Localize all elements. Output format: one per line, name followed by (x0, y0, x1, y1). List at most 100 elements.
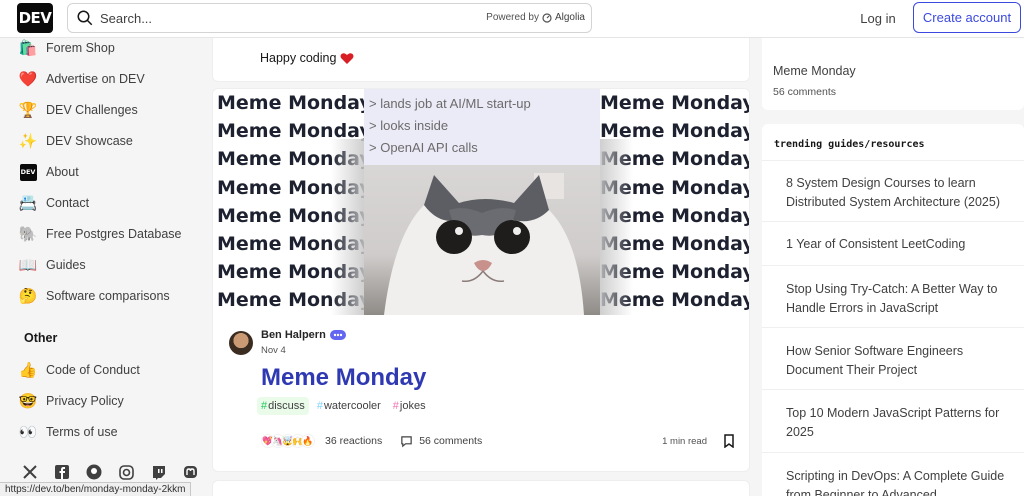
previous-post-text: Happy coding (260, 51, 354, 65)
sparkles-icon: ✨ (18, 133, 38, 150)
sidebar-item-contact[interactable]: 📇 Contact (18, 191, 89, 215)
greentext-line: > OpenAI API calls (369, 140, 478, 155)
sidebar-item-label: Free Postgres Database (46, 227, 182, 241)
login-link[interactable]: Log in (850, 3, 906, 33)
happy-coding-label: Happy coding (260, 51, 337, 65)
sidebar-item-label: DEV Challenges (46, 103, 138, 117)
reaction-emoji-stack: 💖 🦄 🤯 🙌 🔥 (261, 434, 315, 448)
cover-fade-right (599, 139, 633, 315)
post-title[interactable]: Meme Monday (261, 364, 426, 392)
sidebar-item-label: Terms of use (46, 425, 118, 439)
shopping-bag-icon: 🛍️ (18, 40, 38, 57)
author-name-label: Ben Halpern (261, 329, 326, 341)
sidebar-item-code-of-conduct[interactable]: 👍 Code of Conduct (18, 358, 140, 382)
cat-illustration (384, 173, 584, 315)
trending-item[interactable]: Top 10 Modern JavaScript Patterns for 20… (786, 404, 1006, 441)
sidebar-item-software-comparisons[interactable]: 🤔 Software comparisons (18, 284, 170, 308)
heart-icon (340, 52, 354, 64)
staff-badge-icon (329, 330, 346, 340)
post-footer: 💖 🦄 🤯 🙌 🔥 36 reactions 56 comments 1 min… (261, 430, 735, 452)
trending-heading: trending guides/resources (774, 139, 925, 150)
trending-item[interactable]: 1 Year of Consistent LeetCoding (786, 235, 1006, 254)
create-account-button[interactable]: Create account (913, 2, 1021, 33)
sidebar-item-label: Software comparisons (46, 289, 170, 303)
sidebar-item-label: Code of Conduct (46, 363, 140, 377)
post-author[interactable]: Ben Halpern Nov 4 (229, 329, 346, 356)
facebook-icon[interactable] (52, 462, 72, 482)
dev-logo[interactable]: DEV (17, 3, 53, 33)
reactions-count[interactable]: 36 reactions (325, 435, 382, 447)
read-time: 1 min read (662, 435, 707, 447)
hash-icon: # (392, 400, 399, 412)
bookmark-icon[interactable] (723, 434, 735, 448)
greentext-caption: > lands job at AI/ML start-up > looks in… (364, 89, 600, 165)
divider (762, 221, 1024, 222)
sidebar-item-about[interactable]: DEV About (18, 160, 79, 184)
algolia-icon (542, 12, 552, 23)
hash-icon: # (261, 400, 268, 412)
tag-label: discuss (268, 400, 305, 412)
discussion-title-link[interactable]: Meme Monday (773, 64, 856, 78)
thinking-face-icon: 🤔 (18, 288, 38, 305)
search-icon[interactable] (76, 9, 94, 27)
sidebar-item-label: Privacy Policy (46, 394, 124, 408)
eyes-icon: 👀 (18, 424, 38, 441)
post-tags: #discuss #watercooler #jokes (257, 397, 430, 415)
sidebar-item-guides[interactable]: 📖 Guides (18, 253, 86, 277)
divider (762, 389, 1024, 390)
social-links (20, 462, 200, 482)
tag-watercooler[interactable]: #watercooler (313, 397, 385, 415)
tag-jokes[interactable]: #jokes (389, 397, 430, 415)
cover-fade-left (331, 139, 365, 315)
twitch-icon[interactable] (148, 462, 168, 482)
dev-logo-icon: DEV (18, 162, 38, 182)
discussion-comments-count: 56 comments (773, 86, 837, 98)
sidebar-item-dev-challenges[interactable]: 🏆 DEV Challenges (18, 98, 138, 122)
sidebar-heading-other: Other (24, 331, 58, 345)
nerd-face-icon: 🤓 (18, 393, 38, 410)
top-navigation-bar: DEV Powered by Algolia Log in Create acc… (0, 0, 1024, 38)
divider (762, 327, 1024, 328)
author-meta: Ben Halpern Nov 4 (261, 329, 346, 356)
divider (762, 265, 1024, 266)
trending-item[interactable]: How Senior Software Engineers Document T… (786, 342, 1006, 379)
sidebar-item-dev-showcase[interactable]: ✨ DEV Showcase (18, 129, 133, 153)
tag-label: jokes (399, 400, 426, 412)
search-bar[interactable]: Powered by Algolia (67, 3, 592, 33)
tag-discuss[interactable]: #discuss (257, 397, 309, 415)
sidebar-item-label: Forem Shop (46, 41, 115, 55)
algolia-attribution[interactable]: Powered by Algolia (486, 12, 585, 23)
comment-icon (401, 435, 412, 447)
sidebar-item-privacy-policy[interactable]: 🤓 Privacy Policy (18, 389, 124, 413)
sidebar-item-advertise[interactable]: ❤️ Advertise on DEV (18, 67, 145, 91)
sidebar-item-free-postgres[interactable]: 🐘 Free Postgres Database (18, 222, 182, 246)
post-cover-image[interactable]: Meme Monday Meme Monday Meme Monday Meme… (213, 89, 750, 315)
search-input[interactable] (100, 10, 400, 26)
mastodon-icon[interactable] (180, 462, 200, 482)
tag-label: watercooler (323, 400, 381, 412)
status-bar-url: https://dev.to/ben/monday-monday-2kkm (0, 482, 192, 496)
trending-item[interactable]: Scripting in DevOps: A Complete Guide fr… (786, 467, 1006, 496)
avatar[interactable] (229, 331, 253, 355)
trending-item[interactable]: 8 System Design Courses to learn Distrib… (786, 174, 1006, 211)
author-name[interactable]: Ben Halpern (261, 329, 346, 341)
elephant-icon: 🐘 (18, 226, 38, 243)
comments-link[interactable]: 56 comments (400, 435, 482, 448)
sidebar-item-label: Contact (46, 196, 90, 210)
sidebar-item-terms-of-use[interactable]: 👀 Terms of use (18, 420, 118, 444)
heart-icon: ❤️ (18, 71, 38, 88)
next-post-card[interactable] (212, 480, 750, 496)
sidebar-item-label: Advertise on DEV (46, 72, 145, 86)
x-icon[interactable] (20, 462, 40, 482)
post-date[interactable]: Nov 4 (261, 345, 346, 356)
github-icon[interactable] (84, 462, 104, 482)
sidebar-item-label: DEV Showcase (46, 134, 133, 148)
trophy-icon: 🏆 (18, 102, 38, 119)
powered-by-label: Powered by (486, 12, 539, 23)
trending-item[interactable]: Stop Using Try-Catch: A Better Way to Ha… (786, 280, 1006, 317)
post-card[interactable]: Meme Monday Meme Monday Meme Monday Meme… (212, 88, 750, 472)
instagram-icon[interactable] (116, 462, 136, 482)
thumbs-up-icon: 👍 (18, 362, 38, 379)
meme-text: Meme Monday (600, 92, 750, 114)
sidebar-item-forem-shop[interactable]: 🛍️ Forem Shop (18, 36, 115, 60)
